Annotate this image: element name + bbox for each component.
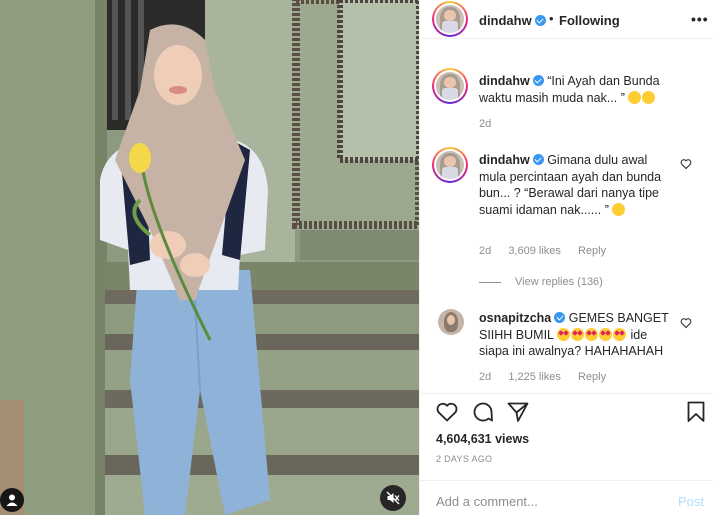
share-icon[interactable] [506,400,530,424]
comment-text: dindahw Gimana dulu awal mula percintaan… [479,153,662,217]
reply-button[interactable]: Reply [578,245,606,257]
heart-eyes-emoji-icon [571,327,585,341]
more-options-icon[interactable]: ••• [691,11,709,27]
view-replies-button[interactable]: View replies (136) [479,276,603,288]
comment-meta: 2d 1,225 likes Reply [479,371,620,383]
author-avatar[interactable] [432,1,468,37]
comment-username[interactable]: dindahw [479,153,530,167]
comment-age: 2d [479,371,492,383]
heart-eyes-emoji-icon [599,327,613,341]
post-timestamp[interactable]: 2 DAYS AGO [436,454,492,464]
verified-badge-icon [532,154,544,165]
caption-meta: 2d [479,118,505,130]
like-comment-heart-icon[interactable] [680,317,692,329]
bookmark-icon[interactable] [684,400,708,424]
verified-badge-icon [532,75,544,86]
mute-icon[interactable] [380,485,406,511]
emoji-icon [612,202,626,216]
verified-badge-icon [554,312,566,323]
post-header: dindahw • Following ••• [420,0,713,39]
verified-badge-icon [534,15,546,26]
post-media[interactable] [0,0,419,515]
separator-dot: • [549,11,554,26]
like-comment-heart-icon[interactable] [680,158,692,170]
action-bar [420,396,713,432]
emoji-icon [628,90,642,104]
comment-username[interactable]: osnapitzcha [479,311,551,325]
comment-likes[interactable]: 1,225 likes [508,371,561,383]
emoji-icon [642,90,656,104]
reply-button[interactable]: Reply [578,371,606,383]
heart-eyes-emoji-icon [585,327,599,341]
heart-eyes-emoji-icon [557,327,571,341]
comment-age: 2d [479,245,492,257]
caption-username[interactable]: dindahw [479,74,530,88]
comment-meta: 2d 3,609 likes Reply [479,245,620,257]
comment-avatar[interactable] [438,309,464,335]
user-tag-icon[interactable] [0,488,24,512]
comment-text: osnapitzcha GEMES BANGET SIIHH BUMIL ide… [479,311,669,358]
comment-likes[interactable]: 3,609 likes [508,245,561,257]
caption-age: 2d [479,118,492,130]
following-button[interactable]: Following [559,13,620,28]
comment-avatar[interactable] [432,147,468,183]
caption-avatar[interactable] [432,68,468,104]
view-count[interactable]: 4,604,631 views [436,432,529,446]
author-username-link[interactable]: dindahw [479,12,546,30]
heart-eyes-emoji-icon [613,327,627,341]
heart-icon[interactable] [435,400,459,424]
post-photo [0,0,419,515]
comment-icon[interactable] [471,400,495,424]
divider [420,480,713,481]
divider [420,393,713,394]
post-detail-panel: dindahw • Following ••• dindahw “Ini Aya… [419,0,713,515]
post-comment-button[interactable]: Post [678,494,704,509]
comment-input[interactable]: Add a comment... [436,494,538,509]
caption-text: dindahw “Ini Ayah dan Bunda waktu masih … [479,74,660,105]
